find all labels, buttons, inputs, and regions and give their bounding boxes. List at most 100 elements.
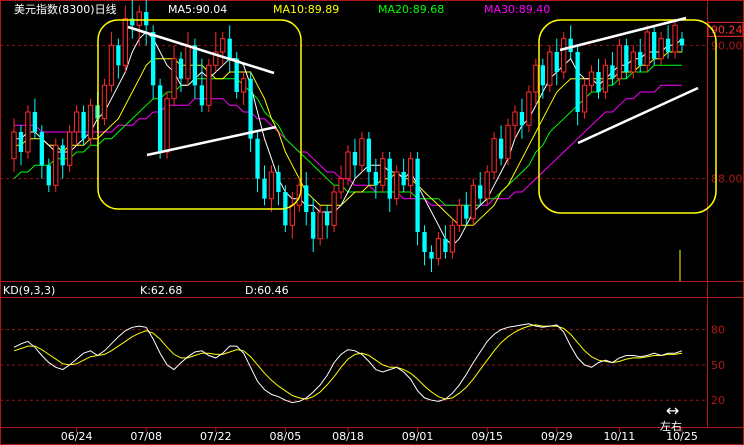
- candle-body-down: [652, 32, 657, 59]
- candle-body-down: [116, 45, 121, 66]
- candle-body-down: [199, 85, 205, 106]
- candle-body-down: [624, 45, 629, 72]
- candle-body-up: [380, 158, 386, 186]
- candle-body-down: [144, 12, 149, 26]
- candle-body-up: [672, 24, 678, 53]
- legend-ma5: MA5:90.04: [168, 3, 227, 16]
- candle-body-up: [220, 38, 226, 53]
- candle-body-down: [665, 38, 671, 52]
- candle-body-down: [575, 52, 580, 112]
- date-tick-label: 08/05: [270, 430, 302, 443]
- candle-body-down: [373, 172, 378, 186]
- candle-body-down: [192, 45, 198, 86]
- kd-header: KD(9,3,3) K:62.68 D:60.46: [3, 284, 289, 297]
- legend-ma10: MA10:89.89: [273, 3, 339, 16]
- candle-body-down: [596, 72, 601, 92]
- candle-body-up: [338, 178, 344, 193]
- date-tick-label: 08/18: [332, 430, 364, 443]
- candle-body-up: [547, 51, 553, 86]
- candle-body-up: [435, 238, 442, 260]
- kd-tick-label: 20: [711, 394, 725, 407]
- candle-body-down: [81, 112, 86, 139]
- candle-body-up: [449, 224, 456, 253]
- candle-body-down: [39, 132, 44, 166]
- candle-body-up: [394, 171, 400, 200]
- kd-tick-label: 50: [711, 359, 725, 372]
- candle-body-up: [206, 64, 212, 106]
- candle-body-up: [407, 158, 414, 186]
- candle-body-down: [568, 38, 573, 52]
- candle-body-up: [53, 144, 59, 186]
- candle-body-up: [101, 84, 108, 120]
- candlestick-chart: 美元指数(8300)日线 MA5:90.04 MA10:89.89 MA20:8…: [0, 0, 744, 445]
- candle-body-up: [67, 131, 73, 166]
- candle-body-up: [491, 138, 497, 173]
- candle-body-down: [18, 132, 24, 152]
- candle-body-down: [255, 138, 260, 179]
- date-tick-label: 09/15: [471, 430, 503, 443]
- candle-body-up: [171, 58, 177, 100]
- candle-body-up: [345, 151, 351, 180]
- candle-body-up: [630, 51, 636, 73]
- candle-body-down: [429, 252, 434, 259]
- candle-body-down: [46, 165, 51, 186]
- candle-body-up: [164, 98, 170, 153]
- candle-body-up: [25, 111, 31, 153]
- candle-body-down: [519, 112, 525, 126]
- candle-body-down: [276, 172, 281, 192]
- candle-body-down: [262, 178, 267, 199]
- date-tick-label: 07/22: [200, 430, 232, 443]
- candle-body-up: [533, 64, 539, 93]
- candle-body-up: [658, 38, 664, 60]
- candle-body-up: [185, 44, 191, 80]
- candle-body-down: [540, 65, 545, 86]
- footer-label: 左右: [660, 419, 682, 433]
- candle-body-down: [366, 138, 372, 172]
- candle-body-down: [60, 145, 65, 166]
- candle-body-up: [588, 71, 595, 86]
- candle-body-up: [512, 111, 518, 126]
- candle-body-down: [498, 138, 504, 159]
- date-tick-label: 09/01: [402, 430, 434, 443]
- candle-body-down: [610, 65, 615, 79]
- chart-title: 美元指数(8300)日线: [14, 2, 117, 16]
- candle-body-up: [505, 124, 511, 160]
- kd-tick-label: 80: [711, 324, 725, 337]
- candle-body-up: [484, 171, 490, 200]
- candle-body-up: [456, 204, 462, 226]
- candle-body-down: [151, 32, 156, 86]
- candle-body-up: [581, 84, 588, 113]
- candle-body-down: [415, 158, 420, 232]
- date-tick-label: 06/24: [61, 430, 93, 443]
- candle-body-up: [644, 31, 650, 66]
- candle-body-up: [289, 204, 295, 226]
- candle-body-down: [554, 52, 559, 72]
- date-tick-label: 09/29: [541, 430, 573, 443]
- candle-body-up: [561, 38, 567, 73]
- candle-body-down: [311, 212, 316, 239]
- candle-body-down: [422, 232, 427, 252]
- candle-body-up: [616, 44, 623, 80]
- candle-body-up: [87, 104, 94, 140]
- candle-body-up: [11, 131, 17, 160]
- legend-ma20: MA20:89.68: [378, 3, 444, 16]
- candle-body-down: [178, 58, 184, 79]
- candle-body-down: [234, 58, 239, 92]
- kd-d-value: D:60.46: [245, 284, 289, 297]
- candle-body-up: [73, 111, 80, 133]
- candle-body-up: [317, 211, 323, 240]
- candle-body-down: [478, 185, 483, 199]
- candle-body-up: [108, 44, 115, 86]
- candle-body-down: [401, 172, 406, 186]
- resize-arrows-icon[interactable]: ↔: [666, 401, 679, 420]
- date-tick-label: 10/11: [604, 430, 636, 443]
- candle-body-down: [248, 78, 253, 139]
- kd-k-value: K:62.68: [140, 284, 182, 297]
- date-tick-label: 07/08: [130, 430, 162, 443]
- candle-body-down: [227, 38, 232, 59]
- candle-body-up: [602, 64, 609, 93]
- candle-body-down: [443, 238, 448, 252]
- candle-body-up: [240, 78, 247, 93]
- candle-body-up: [268, 171, 275, 200]
- candle-body-down: [157, 85, 163, 152]
